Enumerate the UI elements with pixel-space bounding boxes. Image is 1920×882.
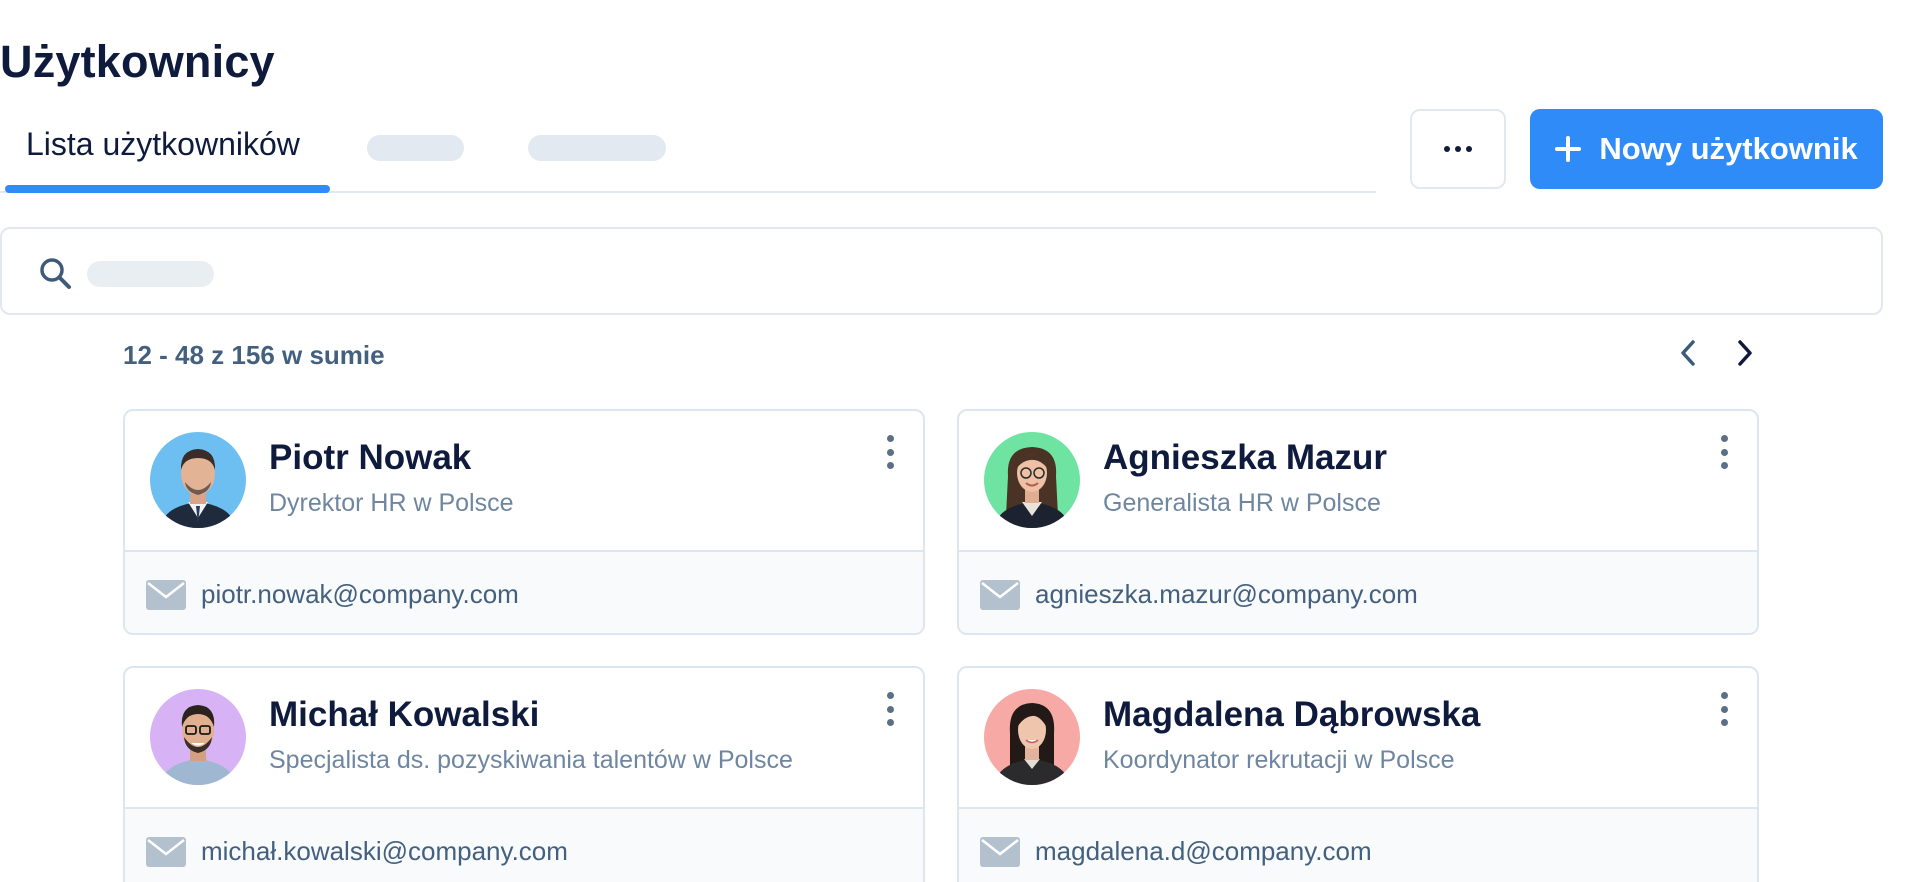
result-count: 12 - 48 z 156 w sumie: [123, 340, 385, 370]
mail-icon: [980, 580, 1020, 610]
card-menu-button[interactable]: [1717, 692, 1731, 726]
plus-icon: [1555, 136, 1582, 162]
search-placeholder: [87, 261, 214, 287]
mail-icon: [146, 580, 186, 610]
chevron-left-icon[interactable]: [1674, 337, 1704, 369]
user-name: Magdalena Dąbrowska: [1103, 695, 1481, 734]
avatar: [150, 689, 246, 785]
search-icon: [40, 258, 71, 289]
new-user-button[interactable]: Nowy użytkownik: [1530, 109, 1883, 189]
card-menu-button[interactable]: [883, 435, 897, 469]
user-card[interactable]: Magdalena Dąbrowska Koordynator rekrutac…: [957, 666, 1759, 882]
user-card[interactable]: Piotr Nowak Dyrektor HR w Polsce piotr.n…: [123, 409, 925, 635]
users-page: Użytkownicy Lista użytkowników Nowy użyt…: [0, 0, 1920, 882]
active-tab-indicator: [5, 185, 330, 193]
mail-icon: [146, 837, 186, 867]
chevron-right-icon[interactable]: [1729, 337, 1759, 369]
page-title: Użytkownicy: [0, 36, 275, 87]
search-input[interactable]: [0, 227, 1883, 315]
user-email[interactable]: piotr.nowak@company.com: [201, 579, 519, 610]
more-horizontal-icon: [1444, 146, 1472, 152]
user-name: Michał Kowalski: [269, 695, 540, 734]
more-options-button[interactable]: [1410, 109, 1506, 189]
user-card[interactable]: Agnieszka Mazur Generalista HR w Polsce …: [957, 409, 1759, 635]
user-name: Agnieszka Mazur: [1103, 438, 1387, 477]
user-email[interactable]: magdalena.d@company.com: [1035, 836, 1372, 867]
user-email[interactable]: michał.kowalski@company.com: [201, 836, 568, 867]
tab-placeholder[interactable]: [367, 135, 464, 161]
mail-icon: [980, 837, 1020, 867]
user-card[interactable]: Michał Kowalski Specjalista ds. pozyskiw…: [123, 666, 925, 882]
user-role: Koordynator rekrutacji w Polsce: [1103, 746, 1455, 774]
tab-users-list[interactable]: Lista użytkowników: [5, 118, 330, 193]
user-role: Generalista HR w Polsce: [1103, 489, 1381, 517]
user-email[interactable]: agnieszka.mazur@company.com: [1035, 579, 1418, 610]
user-role: Specjalista ds. pozyskiwania talentów w …: [269, 746, 793, 774]
user-role: Dyrektor HR w Polsce: [269, 489, 514, 517]
tab-bar: Lista użytkowników: [0, 118, 1376, 193]
user-name: Piotr Nowak: [269, 438, 472, 477]
card-menu-button[interactable]: [883, 692, 897, 726]
avatar: [984, 689, 1080, 785]
tab-placeholder[interactable]: [528, 135, 666, 161]
card-menu-button[interactable]: [1717, 435, 1731, 469]
new-user-label: Nowy użytkownik: [1599, 131, 1858, 166]
avatar: [150, 432, 246, 528]
tab-label: Lista użytkowników: [26, 126, 300, 162]
avatar: [984, 432, 1080, 528]
